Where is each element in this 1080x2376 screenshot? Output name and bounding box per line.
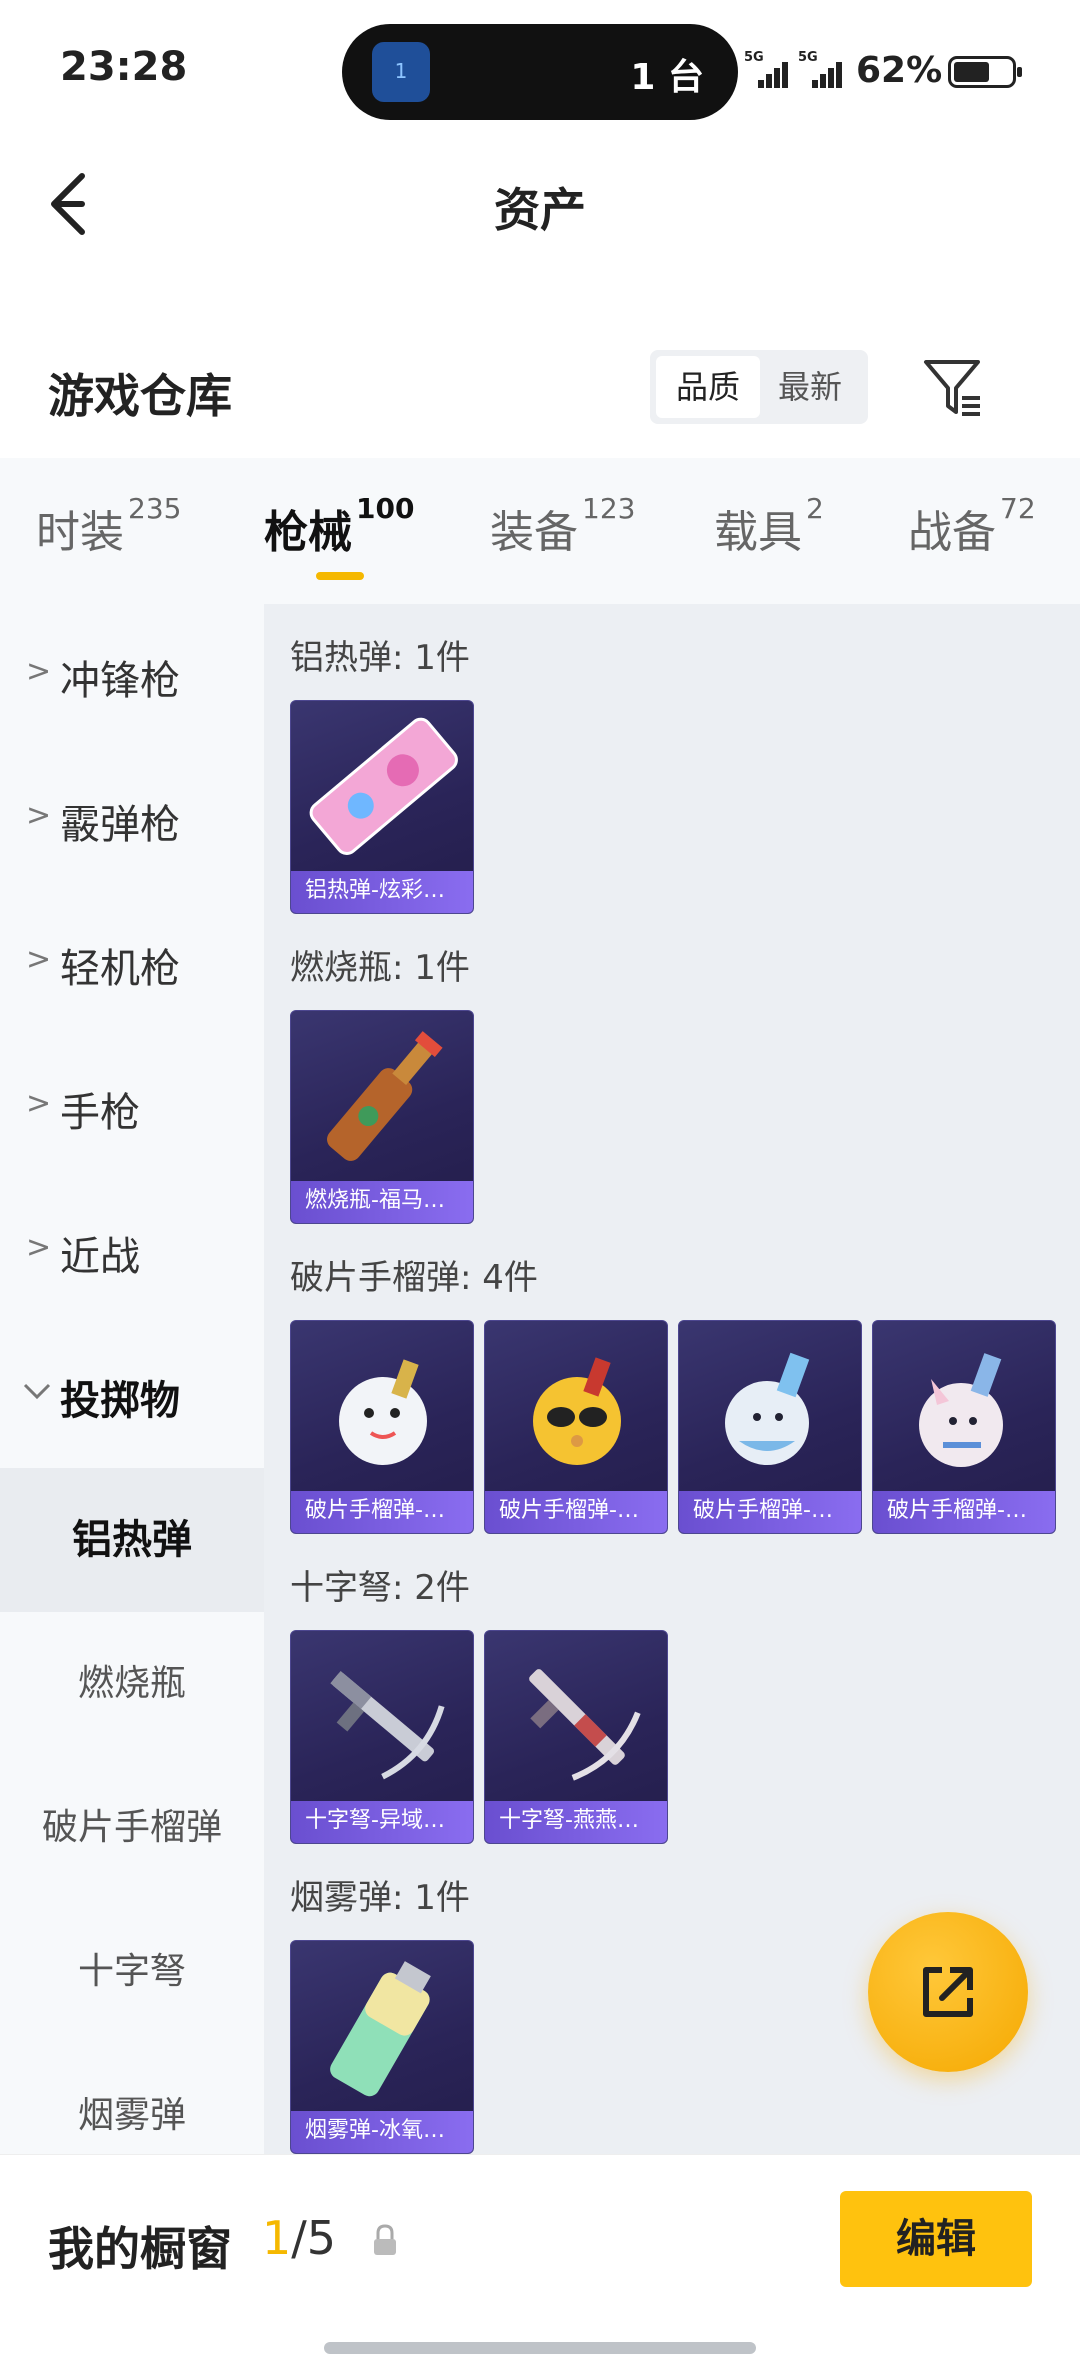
item-card[interactable]: 破片手榴弹-… — [872, 1320, 1056, 1534]
item-card[interactable]: 铝热弹-炫彩… — [290, 700, 474, 914]
chevron-right-icon: > — [26, 1230, 52, 1265]
filter-icon[interactable] — [920, 354, 986, 420]
group-title-molotov: 燃烧瓶: 1件 — [290, 948, 470, 988]
showcase-label: 我的橱窗 — [48, 2222, 232, 2276]
chevron-right-icon: > — [26, 1086, 52, 1121]
crossbow-image — [330, 1671, 445, 1780]
emoji-grenade-image — [533, 1357, 621, 1465]
sidebar-item-throwables[interactable]: 投掷物 — [0, 1324, 264, 1468]
item-card-label: 燃烧瓶-福马… — [291, 1181, 473, 1223]
seal-grenade-image — [725, 1352, 810, 1465]
active-tab-indicator — [316, 572, 364, 580]
clock: 23:28 — [60, 44, 188, 90]
item-card[interactable]: 十字弩-异域… — [290, 1630, 474, 1844]
sidebar-sub-thermite[interactable]: 铝热弹 — [0, 1468, 264, 1612]
signal-strength-icon-2: 5G — [798, 50, 848, 88]
warehouse-title: 游戏仓库 — [48, 369, 232, 423]
sidebar: > 冲锋枪 > 霰弹枪 > 轻机枪 > 手枪 > 近战 投掷物 铝热弹 燃烧瓶 破片手榴弹… — [0, 604, 264, 2154]
group-title-smoke: 烟雾弹: 1件 — [290, 1878, 470, 1918]
signal-strength-icon: 5G — [744, 50, 794, 88]
tab-supplies[interactable]: 战备 72 — [908, 492, 1036, 560]
item-card-label: 破片手榴弹-… — [873, 1491, 1055, 1533]
item-card-label: 破片手榴弹-… — [485, 1491, 667, 1533]
edit-button[interactable]: 编辑 — [840, 2191, 1032, 2287]
sidebar-item-shotgun[interactable]: > 霰弹枪 — [0, 748, 264, 892]
sidebar-sub-molotov[interactable]: 燃烧瓶 — [0, 1612, 264, 1756]
item-card-label: 十字弩-燕燕… — [485, 1801, 667, 1843]
sort-toggle: 品质 最新 — [650, 350, 868, 424]
molotov-bottle-image — [327, 1031, 443, 1161]
chevron-right-icon: > — [26, 654, 52, 689]
tab-equipment[interactable]: 装备 123 — [490, 492, 635, 560]
smoke-grenade-image — [330, 1961, 431, 2097]
sort-quality-button[interactable]: 品质 — [656, 356, 760, 418]
category-tabs: 时装 235 枪械 100 装备 123 载具 2 战备 72 — [0, 458, 1080, 604]
item-card-label: 破片手榴弹-… — [291, 1491, 473, 1533]
item-card[interactable]: 十字弩-燕燕… — [484, 1630, 668, 1844]
sidebar-item-smg[interactable]: > 冲锋枪 — [0, 604, 264, 748]
sort-newest-button[interactable]: 最新 — [758, 356, 862, 418]
lock-icon — [374, 2224, 396, 2255]
item-card-label: 十字弩-异域… — [291, 1801, 473, 1843]
nfc-signal-icon: 1 — [372, 42, 430, 102]
showcase-count: 1/5 — [262, 2211, 337, 2265]
sidebar-item-melee[interactable]: > 近战 — [0, 1180, 264, 1324]
item-card[interactable]: 破片手榴弹-… — [484, 1320, 668, 1534]
item-card[interactable]: 破片手榴弹-… — [290, 1320, 474, 1534]
item-card[interactable]: 烟雾弹-冰氧… — [290, 1940, 474, 2154]
island-text: 1 台 — [630, 57, 704, 98]
group-title-thermite: 铝热弹: 1件 — [290, 638, 470, 678]
item-card-label: 烟雾弹-冰氧… — [291, 2111, 473, 2153]
page-title: 资产 — [494, 183, 586, 237]
share-icon — [923, 1967, 973, 2017]
share-button[interactable] — [868, 1912, 1028, 2072]
item-card[interactable]: 燃烧瓶-福马… — [290, 1010, 474, 1224]
tab-fashion[interactable]: 时装 235 — [36, 492, 181, 560]
status-bar: 23:28 1 1 台 5G 5G 62% — [0, 0, 1080, 130]
group-title-frag-grenade: 破片手榴弹: 4件 — [290, 1258, 538, 1298]
thermite-candy-image — [309, 717, 458, 855]
tab-firearms[interactable]: 枪械 100 — [264, 492, 414, 560]
sidebar-sub-crossbow[interactable]: 十字弩 — [0, 1900, 264, 2044]
tab-vehicles[interactable]: 载具 2 — [714, 492, 824, 560]
crossbow-image — [529, 1669, 641, 1781]
chevron-right-icon: > — [26, 798, 52, 833]
sidebar-sub-frag-grenade[interactable]: 破片手榴弹 — [0, 1756, 264, 1900]
item-card-label: 铝热弹-炫彩… — [291, 871, 473, 913]
battery-icon — [948, 56, 1022, 88]
chevron-down-icon — [23, 1383, 51, 1400]
chevron-right-icon: > — [26, 942, 52, 977]
bunny-grenade-image — [919, 1353, 1003, 1467]
sidebar-item-lmg[interactable]: > 轻机枪 — [0, 892, 264, 1036]
battery-percent: 62% — [856, 50, 943, 91]
item-card-label: 破片手榴弹-… — [679, 1491, 861, 1533]
dynamic-island[interactable]: 1 1 台 — [342, 24, 738, 120]
snowman-grenade-image — [339, 1359, 427, 1465]
item-card[interactable]: 破片手榴弹-… — [678, 1320, 862, 1534]
home-indicator[interactable] — [324, 2342, 756, 2354]
sidebar-item-pistol[interactable]: > 手枪 — [0, 1036, 264, 1180]
group-title-crossbow: 十字弩: 2件 — [290, 1568, 470, 1608]
